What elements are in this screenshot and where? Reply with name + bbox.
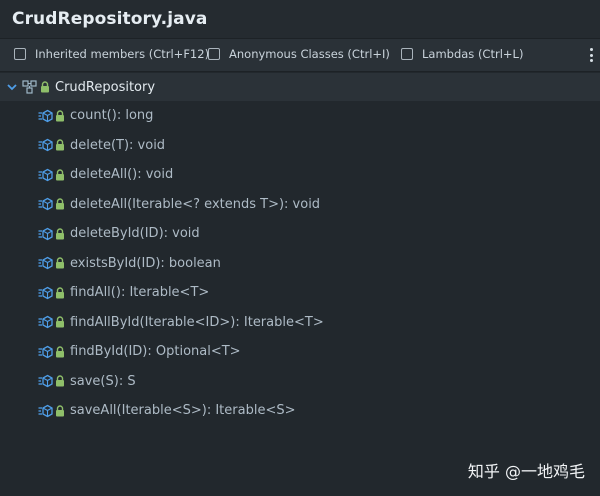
member-label: deleteAll(): void <box>70 167 174 183</box>
tree-member-row[interactable]: existsById(ID): boolean <box>0 249 600 279</box>
member-label: count(): long <box>70 108 154 124</box>
lock-icon <box>56 316 64 328</box>
title-bar: CrudRepository.java <box>0 0 600 38</box>
lock-icon <box>56 110 64 122</box>
method-icon <box>38 345 53 358</box>
method-icon <box>38 375 53 388</box>
tree-member-row[interactable]: save(S): S <box>0 367 600 397</box>
lock-icon <box>56 198 64 210</box>
method-icon <box>38 227 53 240</box>
lock-icon <box>56 375 64 387</box>
method-icon <box>38 404 53 417</box>
lock-icon <box>56 139 64 151</box>
method-icon <box>38 168 53 181</box>
tree-root-row[interactable]: CrudRepository <box>0 73 600 101</box>
inherited-members-option[interactable]: Inherited members (Ctrl+F12) <box>14 47 209 61</box>
lambdas-option[interactable]: Lambdas (Ctrl+L) <box>401 47 523 61</box>
member-label: existsById(ID): boolean <box>70 255 221 271</box>
tree-member-row[interactable]: findAll(): Iterable<T> <box>0 278 600 308</box>
member-label: delete(T): void <box>70 137 166 153</box>
lock-icon <box>56 228 64 240</box>
structure-tree: CrudRepository count(): long delete(T): v… <box>0 73 600 426</box>
member-label: findAllById(Iterable<ID>): Iterable<T> <box>70 314 324 330</box>
inherited-members-checkbox[interactable] <box>14 48 26 60</box>
lambdas-checkbox[interactable] <box>401 48 413 60</box>
member-label: saveAll(Iterable<S>): Iterable<S> <box>70 403 296 419</box>
lock-icon <box>56 287 64 299</box>
watermark: 知乎 @一地鸡毛 <box>467 462 585 481</box>
file-title: CrudRepository.java <box>12 9 208 29</box>
options-bar: Inherited members (Ctrl+F12) Anonymous C… <box>0 38 600 72</box>
method-icon <box>38 198 53 211</box>
member-label: deleteAll(Iterable<? extends T>): void <box>70 196 321 212</box>
member-label: save(S): S <box>70 373 136 389</box>
chevron-down-icon[interactable] <box>6 81 18 93</box>
lock-icon <box>41 81 49 93</box>
method-icon <box>38 139 53 152</box>
inherited-members-label: Inherited members (Ctrl+F12) <box>35 47 210 61</box>
more-options-icon[interactable] <box>589 48 593 62</box>
tree-member-row[interactable]: deleteById(ID): void <box>0 219 600 249</box>
lock-icon <box>56 346 64 358</box>
member-list: count(): long delete(T): void deleteAll():… <box>0 101 600 426</box>
method-icon <box>38 109 53 122</box>
lambdas-label: Lambdas (Ctrl+L) <box>422 47 524 61</box>
method-icon <box>38 316 53 329</box>
tree-member-row[interactable]: findAllById(Iterable<ID>): Iterable<T> <box>0 308 600 338</box>
lock-icon <box>56 405 64 417</box>
method-icon <box>38 286 53 299</box>
method-icon <box>38 257 53 270</box>
member-label: findAll(): Iterable<T> <box>70 285 210 301</box>
tree-member-row[interactable]: delete(T): void <box>0 131 600 161</box>
anonymous-classes-checkbox[interactable] <box>208 48 220 60</box>
lock-icon <box>56 169 64 181</box>
tree-member-row[interactable]: findById(ID): Optional<T> <box>0 337 600 367</box>
anonymous-classes-label: Anonymous Classes (Ctrl+I) <box>229 47 390 61</box>
tree-member-row[interactable]: count(): long <box>0 101 600 131</box>
tree-member-row[interactable]: deleteAll(Iterable<? extends T>): void <box>0 190 600 220</box>
member-label: deleteById(ID): void <box>70 226 200 242</box>
interface-hierarchy-icon <box>22 80 37 94</box>
lock-icon <box>56 257 64 269</box>
tree-root-label: CrudRepository <box>55 79 156 95</box>
anonymous-classes-option[interactable]: Anonymous Classes (Ctrl+I) <box>208 47 390 61</box>
member-label: findById(ID): Optional<T> <box>70 344 241 360</box>
tree-member-row[interactable]: saveAll(Iterable<S>): Iterable<S> <box>0 396 600 426</box>
tree-member-row[interactable]: deleteAll(): void <box>0 160 600 190</box>
